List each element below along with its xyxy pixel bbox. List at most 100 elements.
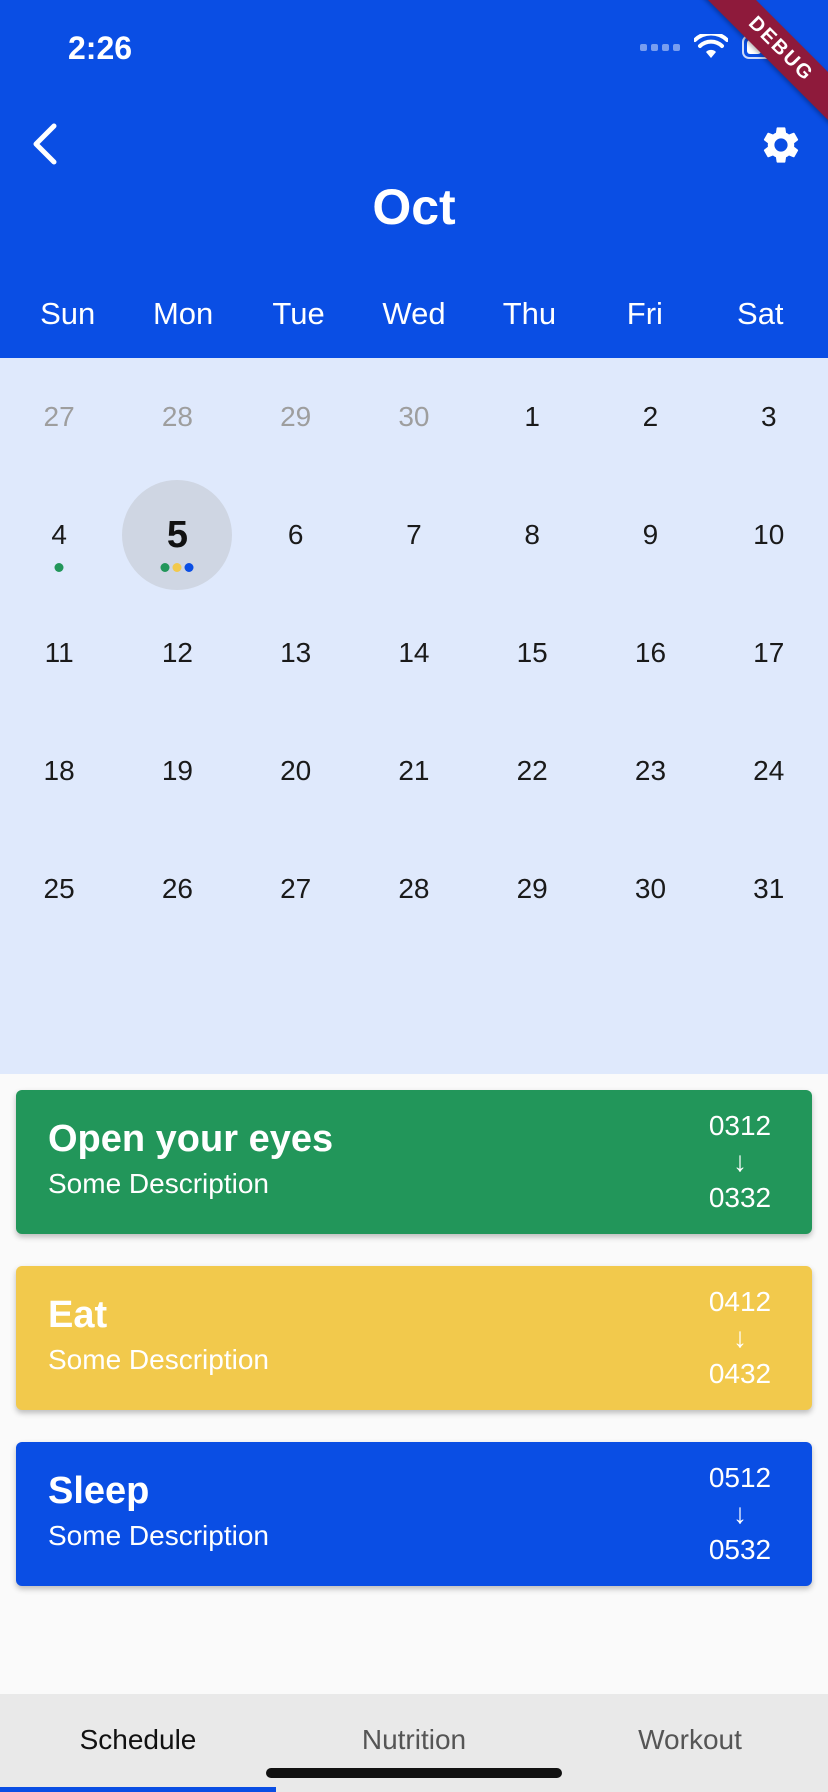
calendar-day[interactable]: 30 <box>355 358 473 476</box>
calendar-day[interactable]: 27 <box>0 358 118 476</box>
chevron-left-icon <box>33 123 57 165</box>
calendar-day[interactable]: 3 <box>710 358 828 476</box>
settings-button[interactable] <box>754 118 808 172</box>
calendar-day[interactable]: 16 <box>591 594 709 712</box>
calendar-day[interactable]: 7 <box>355 476 473 594</box>
calendar-day[interactable]: 28 <box>355 830 473 948</box>
calendar-day-number: 23 <box>634 755 667 786</box>
event-start-time: 0312 <box>708 1110 772 1141</box>
event-time-range: 0312 ↓ 0332 <box>700 1108 780 1216</box>
calendar-day-number: 2 <box>642 401 659 432</box>
calendar-day-number: 19 <box>161 755 193 786</box>
event-list: Open your eyes Some Description 0312 ↓ 0332 E… <box>16 1090 812 1618</box>
event-end-time: 0532 <box>708 1534 772 1565</box>
calendar-day-number: 18 <box>43 755 75 786</box>
tab-workout[interactable]: Workout <box>552 1694 828 1792</box>
calendar-day[interactable]: 15 <box>473 594 591 712</box>
event-end-time: 0432 <box>708 1358 772 1389</box>
calendar-day[interactable]: 27 <box>237 830 355 948</box>
event-title: Open your eyes <box>48 1118 334 1160</box>
calendar-day[interactable]: 8 <box>473 476 591 594</box>
calendar-day-number: 16 <box>634 637 667 668</box>
event-time-range: 0512 ↓ 0532 <box>700 1460 780 1568</box>
active-tab-indicator <box>0 1787 276 1792</box>
event-card[interactable]: Sleep Some Description 0512 ↓ 0532 <box>16 1442 812 1586</box>
calendar-day[interactable]: 9 <box>591 476 709 594</box>
calendar-day-number: 13 <box>280 637 312 668</box>
calendar-day-selected[interactable]: 5 <box>118 476 236 594</box>
event-card[interactable]: Open your eyes Some Description 0312 ↓ 0332 <box>16 1090 812 1234</box>
status-time: 2:26 <box>68 30 133 66</box>
calendar-day[interactable]: 17 <box>710 594 828 712</box>
calendar-day-number: 30 <box>398 401 430 432</box>
calendar-day[interactable]: 4 <box>0 476 118 594</box>
tab-schedule[interactable]: Schedule <box>0 1694 276 1792</box>
event-dot <box>160 563 170 572</box>
weekday-label: Mon <box>152 296 214 331</box>
event-card[interactable]: Eat Some Description 0412 ↓ 0432 <box>16 1266 812 1410</box>
home-indicator <box>266 1768 562 1778</box>
calendar-day-number: 15 <box>516 637 548 668</box>
calendar-day[interactable]: 18 <box>0 712 118 830</box>
event-time-range: 0412 ↓ 0432 <box>700 1284 780 1392</box>
calendar-day-number: 27 <box>43 401 75 432</box>
calendar-day[interactable]: 11 <box>0 594 118 712</box>
calendar-day-number: 20 <box>280 755 312 786</box>
calendar-day[interactable]: 30 <box>591 830 709 948</box>
event-description: Some Description <box>48 1520 269 1551</box>
weekday-label: Thu <box>502 296 557 331</box>
calendar-day-number: 24 <box>753 755 785 786</box>
calendar-day[interactable]: 29 <box>237 358 355 476</box>
calendar-day[interactable]: 12 <box>118 594 236 712</box>
calendar-day-number: 1 <box>524 401 540 432</box>
calendar-day[interactable]: 29 <box>473 830 591 948</box>
weekday-label: Tue <box>272 296 325 331</box>
calendar-day[interactable]: 26 <box>118 830 236 948</box>
calendar-day-number: 4 <box>51 519 67 550</box>
debug-banner: DEBUG <box>694 0 828 136</box>
calendar-day[interactable]: 24 <box>710 712 828 830</box>
weekday-label: Sat <box>737 296 784 331</box>
calendar-day[interactable]: 14 <box>355 594 473 712</box>
calendar-day-number: 6 <box>287 519 304 550</box>
event-description: Some Description <box>48 1344 269 1375</box>
calendar-day-number: 17 <box>753 637 785 668</box>
calendar-day[interactable]: 13 <box>237 594 355 712</box>
calendar-day[interactable]: 31 <box>710 830 828 948</box>
calendar-day-number: 27 <box>280 873 312 904</box>
calendar-day-number: 5 <box>166 513 188 556</box>
calendar-day-number: 28 <box>161 401 193 432</box>
calendar-day[interactable]: 19 <box>118 712 236 830</box>
calendar-day[interactable]: 22 <box>473 712 591 830</box>
event-indicator-dots <box>54 563 64 572</box>
calendar-grid: 27 28 29 30 1 2 3 4 5 6 7 8 9 10 11 12 13 14 15 16 17 18 19 20 2… <box>0 358 828 1074</box>
calendar-day-number: 31 <box>753 873 785 904</box>
tab-label: Nutrition <box>361 1724 467 1755</box>
back-button[interactable] <box>20 114 70 174</box>
calendar-day[interactable]: 23 <box>591 712 709 830</box>
wifi-icon <box>694 34 728 58</box>
weekday-label: Sun <box>40 296 96 331</box>
calendar-day[interactable]: 28 <box>118 358 236 476</box>
event-title: Sleep <box>48 1470 150 1512</box>
calendar-day[interactable]: 20 <box>237 712 355 830</box>
calendar-day-number: 22 <box>516 755 548 786</box>
event-dot <box>54 563 64 572</box>
event-start-time: 0512 <box>708 1462 772 1493</box>
weekday-row: Sun Mon Tue Wed Thu Fri Sat <box>10 296 818 332</box>
calendar-day-number: 28 <box>398 873 430 904</box>
cellular-signal-icon <box>640 43 680 51</box>
calendar-day-number: 26 <box>161 873 193 904</box>
calendar-day[interactable]: 6 <box>237 476 355 594</box>
month-title: Oct <box>372 179 456 235</box>
calendar-day[interactable]: 1 <box>473 358 591 476</box>
event-end-time: 0332 <box>708 1182 772 1213</box>
calendar-day-number: 8 <box>524 519 540 550</box>
event-dot <box>184 563 194 572</box>
calendar-day-number: 29 <box>280 401 312 432</box>
calendar-day[interactable]: 25 <box>0 830 118 948</box>
weekday-label: Fri <box>626 296 663 331</box>
calendar-day[interactable]: 10 <box>710 476 828 594</box>
calendar-day[interactable]: 21 <box>355 712 473 830</box>
calendar-day[interactable]: 2 <box>591 358 709 476</box>
